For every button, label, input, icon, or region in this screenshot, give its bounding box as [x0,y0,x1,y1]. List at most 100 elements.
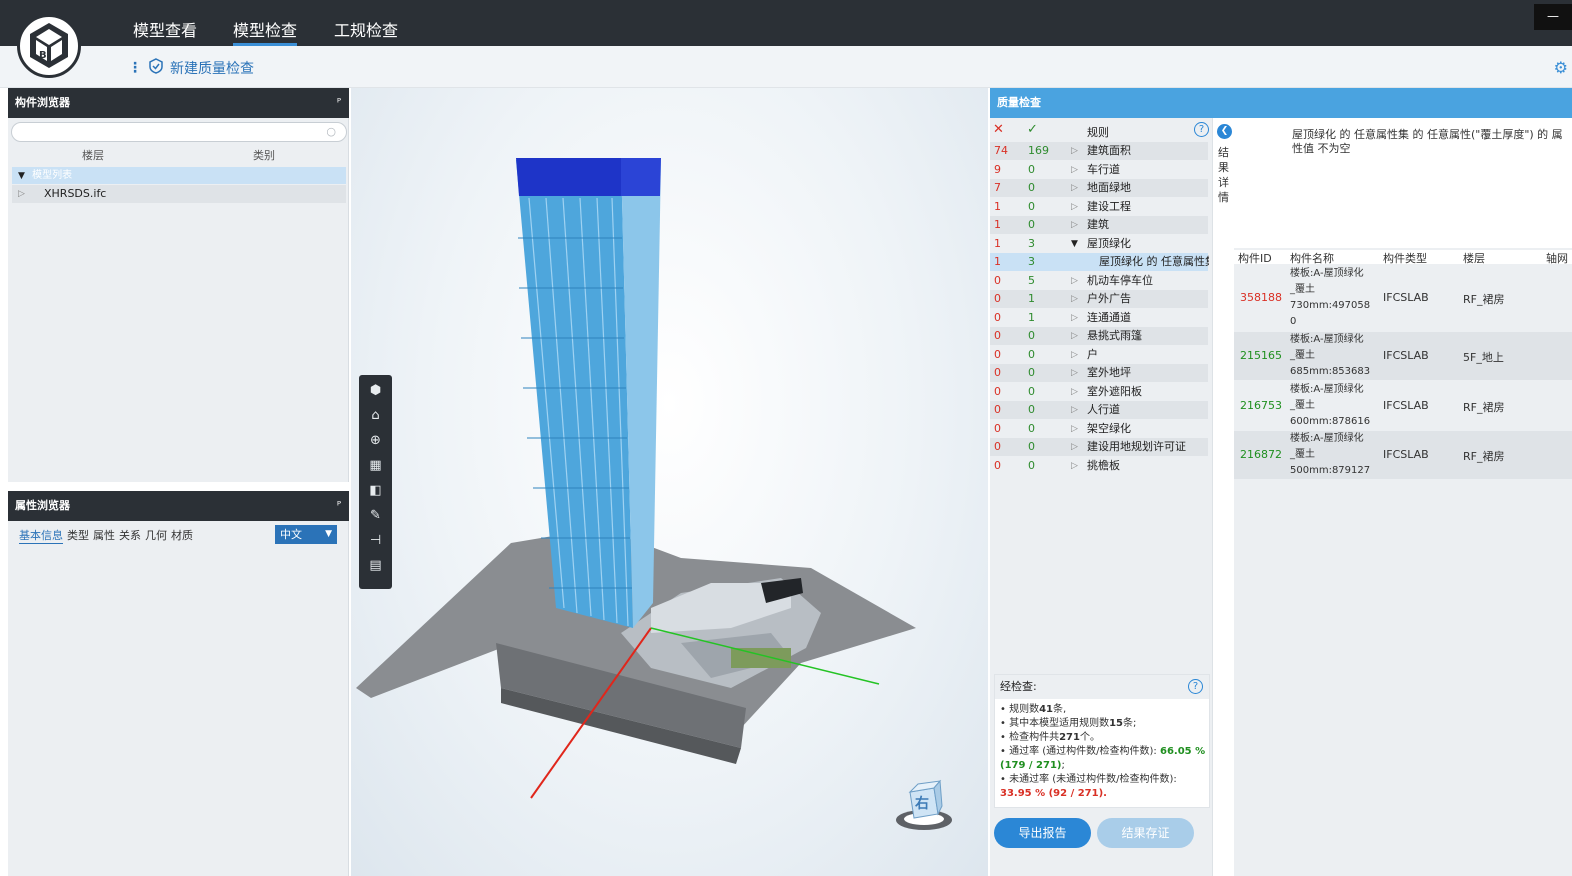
rules-header-row: ✕ ✓ 规则 ? [990,122,1212,140]
pass-count: 0 [1028,421,1035,435]
component-search-input[interactable]: ○ [11,122,347,142]
fail-count: 0 [994,384,1001,398]
tab-model-check[interactable]: 模型检查 [233,18,298,46]
column-component-id[interactable]: 构件ID [1238,250,1272,266]
rule-row[interactable]: 7 0 ▷ 地面绿地 [990,179,1208,197]
rule-row[interactable]: 74 169 ▷ 建筑面积 [990,142,1208,160]
tab-geometry[interactable]: 几何 [145,527,167,544]
rule-name: 户 [1087,347,1098,361]
result-row[interactable]: 216872 楼板:A-屋顶绿化 _覆土 500mm:879127 IFCSLAB RF_… [1234,431,1572,479]
component-name: 楼板:A-屋顶绿化 _覆土 500mm:879127 [1290,431,1382,479]
clip-icon[interactable]: ⊣ [359,528,392,553]
result-row[interactable]: 215165 楼板:A-屋顶绿化 _覆土 685mm:853683 IFCSLAB 5F_… [1234,332,1572,380]
caret-right-icon[interactable]: ▷ [1071,364,1078,382]
rule-row[interactable]: 0 5 ▷ 机动车停车位 [990,272,1208,290]
pin-icon[interactable]: ᴾ [337,491,341,521]
pass-count: 0 [1028,199,1035,213]
export-report-button[interactable]: 导出报告 [994,818,1091,848]
column-floor[interactable]: 楼层 [82,147,104,163]
fail-count: 0 [994,310,1001,324]
caret-down-icon[interactable]: ▼ [1071,235,1078,253]
caret-right-icon[interactable]: ▷ [1071,142,1078,160]
rule-row[interactable]: 0 0 ▷ 室外地坪 [990,364,1208,382]
building-view-icon[interactable]: ⌂ [359,403,392,428]
column-component-type[interactable]: 构件类型 [1383,250,1427,266]
save-result-button[interactable]: 结果存证 [1097,818,1194,848]
column-category[interactable]: 类别 [253,147,275,163]
settings-gear-icon[interactable]: ⚙ [1554,58,1568,77]
fail-count: 0 [994,421,1001,435]
layers-icon[interactable]: ▤ [359,553,392,578]
component-name-line: 600mm:878616 [1290,416,1371,427]
tab-material[interactable]: 材质 [171,527,193,544]
caret-right-icon[interactable]: ▷ [1071,272,1078,290]
component-floor: RF_裙房 [1463,401,1505,414]
result-row[interactable]: 216753 楼板:A-屋顶绿化 _覆土 600mm:878616 IFCSLAB RF_… [1234,382,1572,430]
result-row[interactable]: 358188 楼板:A-屋顶绿化 _覆土 730mm:497058 0 IFCSLAB RF… [1234,266,1572,330]
caret-right-icon[interactable]: ▷ [1071,216,1078,234]
help-icon[interactable]: ? [1194,122,1209,137]
section-icon[interactable]: ◧ [359,478,392,503]
rule-row[interactable]: 1 3 屋顶绿化 的 任意属性集 [990,253,1209,271]
caret-right-icon[interactable]: ▷ [1071,327,1078,345]
rule-row[interactable]: 0 0 ▷ 悬挑式雨篷 [990,327,1208,345]
rule-row[interactable]: 0 0 ▷ 人行道 [990,401,1208,419]
rule-row[interactable]: 1 0 ▷ 建设工程 [990,198,1208,216]
rule-row[interactable]: 0 1 ▷ 户外广告 [990,290,1208,308]
rule-name: 室外地坪 [1087,366,1131,379]
caret-right-icon[interactable]: ▷ [1071,438,1078,456]
view-cube[interactable]: 右 [894,778,954,832]
fail-count: 0 [994,329,1001,342]
column-component-name[interactable]: 构件名称 [1290,250,1334,266]
tab-properties[interactable]: 属性 [93,527,115,544]
rule-row[interactable]: 9 0 ▷ 车行道 [990,161,1208,179]
minimize-button[interactable]: — [1534,4,1572,30]
rule-name: 屋顶绿化 的 任意属性集 [1099,255,1209,268]
caret-right-icon[interactable]: ▷ [1071,198,1078,216]
rule-row[interactable]: 0 1 ▷ 连通通道 [990,309,1208,327]
rule-row[interactable]: 0 0 ▷ 挑檐板 [990,457,1208,475]
result-details-tab[interactable]: ❮ 结 果 详 情 [1212,118,1234,876]
help-icon[interactable]: ? [1188,679,1203,694]
column-floor[interactable]: 楼层 [1463,250,1485,266]
caret-right-icon[interactable]: ▷ [1071,420,1078,438]
property-browser-header: 属性浏览器 ᴾ [8,491,349,521]
tab-planning-check[interactable]: 工规检查 [334,18,398,46]
zoom-icon[interactable]: ⊕ [359,428,392,453]
pass-count: 3 [1028,255,1035,268]
fail-count: 1 [994,218,1001,231]
caret-right-icon[interactable]: ▷ [1071,457,1078,475]
tab-relations[interactable]: 关系 [119,527,141,544]
tab-basic-info[interactable]: 基本信息 [19,527,63,544]
caret-right-icon[interactable]: ▷ [1071,179,1078,197]
rule-row[interactable]: 0 0 ▷ 建设用地规划许可证 [990,438,1208,456]
caret-right-icon[interactable]: ▷ [1071,309,1078,327]
tab-model-view[interactable]: 模型查看 [133,18,197,46]
home-view-icon[interactable]: ⬢ [359,378,392,403]
summary-header: 经检查: ? [995,675,1209,699]
new-quality-check-button[interactable]: ⋮ 新建质量检查 [128,58,254,78]
tree-node-model-list[interactable]: ▼ 模型列表 [12,167,346,184]
collapse-chevron-icon[interactable]: ❮ [1217,124,1232,139]
measure-icon[interactable]: ✎ [359,503,392,528]
caret-right-icon[interactable]: ▷ [1071,161,1078,179]
3d-viewport[interactable]: ⬢ ⌂ ⊕ ▦ ◧ ✎ ⊣ ▤ 右 [351,88,988,876]
rule-row[interactable]: 0 0 ▷ 架空绿化 [990,420,1208,438]
rule-row[interactable]: 1 0 ▷ 建筑 [990,216,1208,234]
pin-icon[interactable]: ᴾ [337,88,341,118]
rule-row[interactable]: 1 3 ▼ 屋顶绿化 [990,235,1208,253]
tab-type[interactable]: 类型 [67,527,89,544]
rule-row[interactable]: 0 0 ▷ 室外遮阳板 [990,383,1208,401]
caret-right-icon[interactable]: ▷ [1071,346,1078,364]
tree-node-ifc-file[interactable]: ▷ XHRSDS.ifc [12,185,346,203]
toolbar: ⋮ 新建质量检查 ⚙ [0,46,1572,88]
caret-right-icon[interactable]: ▷ [1071,383,1078,401]
caret-right-icon[interactable]: ▷ [1071,290,1078,308]
caret-right-icon[interactable]: ▷ [1071,401,1078,419]
rule-row[interactable]: 0 0 ▷ 户 [990,346,1208,364]
summary-pass-rate: • 通过率 (通过构件数/检查构件数): 66.05 % (179 / 271)… [1000,746,1206,771]
column-grid[interactable]: 轴网 [1546,250,1568,266]
pass-count: 0 [1028,329,1035,342]
language-select[interactable]: 中文 ▼ [275,525,337,544]
grid-icon[interactable]: ▦ [359,453,392,478]
